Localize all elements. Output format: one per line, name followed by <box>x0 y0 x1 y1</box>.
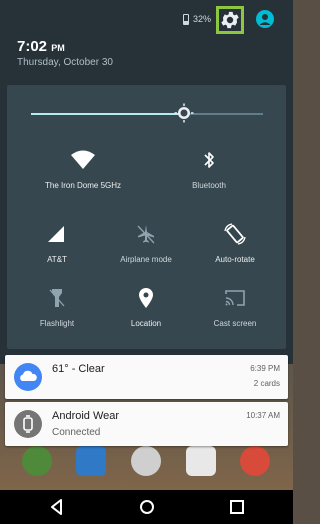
brightness-thumb-icon[interactable] <box>174 103 194 123</box>
notification-title: 61° - Clear <box>52 363 105 375</box>
notification-subtitle: Connected <box>52 427 101 438</box>
wifi-icon <box>71 150 95 169</box>
home-screen-icons <box>0 446 293 480</box>
notification-cards-count: 2 cards <box>253 379 280 388</box>
notification-weather[interactable]: 61° - Clear 6:39 PM 2 cards <box>5 355 288 399</box>
cast-screen-icon <box>225 290 245 306</box>
auto-rotate-icon <box>224 223 246 245</box>
airplane-mode-icon <box>137 225 155 244</box>
notification-time: 6:39 PM <box>250 364 280 373</box>
quick-settings-panel: The Iron Dome 5GHz Bluetooth AT&T Airpla… <box>7 85 286 349</box>
app-icon[interactable] <box>22 446 52 476</box>
brightness-level <box>31 113 185 115</box>
navigation-bar <box>0 490 293 524</box>
tile-wifi-label: The Iron Dome 5GHz <box>44 181 122 190</box>
watch-icon <box>23 415 33 433</box>
location-icon <box>139 288 153 308</box>
clock: 7:02 PM <box>17 38 65 55</box>
status-header: 32% <box>0 0 293 40</box>
clock-ampm: PM <box>51 43 65 53</box>
tile-bluetooth[interactable]: Bluetooth <box>149 149 269 190</box>
weather-cloud-icon <box>20 370 37 381</box>
tile-cast-screen-label: Cast screen <box>213 319 257 328</box>
chrome-beta-icon[interactable] <box>240 446 270 476</box>
recents-icon[interactable] <box>227 497 247 517</box>
tile-auto-rotate-label: Auto-rotate <box>215 255 255 264</box>
notification-time: 10:37 AM <box>246 411 280 420</box>
app-icon[interactable] <box>76 446 106 476</box>
cellular-signal-icon <box>48 226 64 242</box>
person-icon <box>259 14 271 25</box>
app-drawer-icon[interactable] <box>131 446 161 476</box>
notification-weather-icon-bg <box>14 363 42 391</box>
date-label: Thursday, October 30 <box>17 57 113 68</box>
notification-wear-icon-bg <box>14 410 42 438</box>
tile-bluetooth-label: Bluetooth <box>192 181 226 190</box>
clock-time: 7:02 <box>17 38 48 55</box>
notification-shade: 32% 7:02 PM Thursday, October 30 The Iro… <box>0 0 293 364</box>
back-icon[interactable] <box>47 497 67 517</box>
notification-title: Android Wear <box>52 410 120 422</box>
home-icon[interactable] <box>137 497 157 517</box>
flashlight-icon <box>49 289 65 307</box>
settings-button[interactable] <box>216 6 244 34</box>
brightness-slider[interactable] <box>31 113 263 115</box>
user-avatar[interactable] <box>256 10 274 28</box>
gear-icon <box>221 11 239 29</box>
bluetooth-icon <box>204 152 214 168</box>
battery-icon <box>183 14 189 25</box>
notification-android-wear[interactable]: Android Wear Connected 10:37 AM <box>5 402 288 446</box>
tile-cast-screen[interactable]: Cast screen <box>175 287 295 328</box>
tile-auto-rotate[interactable]: Auto-rotate <box>175 223 295 264</box>
tile-wifi[interactable]: The Iron Dome 5GHz <box>23 149 143 190</box>
gmail-icon[interactable] <box>186 446 216 476</box>
battery-percent: 32% <box>193 14 212 24</box>
